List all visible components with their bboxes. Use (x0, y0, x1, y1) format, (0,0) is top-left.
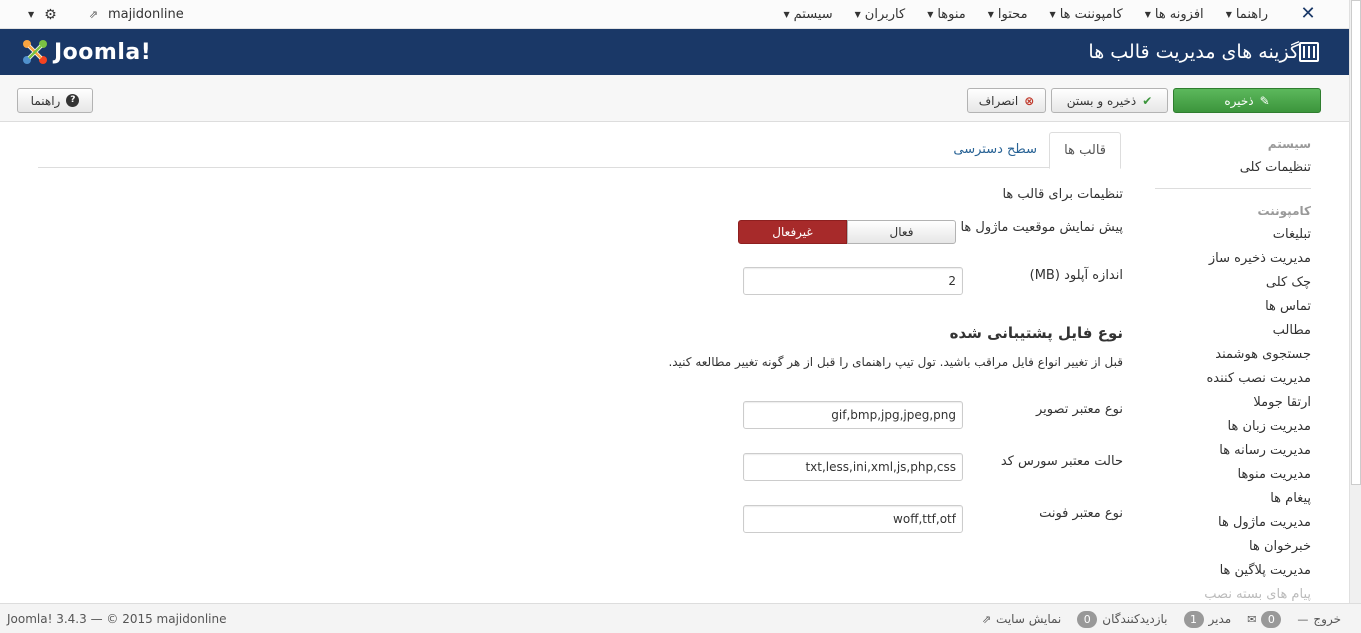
gear-icon[interactable]: ⚙ (44, 7, 57, 23)
status-bar: Joomla! 3.4.3 — © 2015 majidonline ⇗ نما… (0, 603, 1361, 633)
copyright-text: Joomla! 3.4.3 — © 2015 majidonline (7, 612, 227, 626)
filetypes-note: قبل از تغییر انواع فایل مراقب باشید. تول… (668, 355, 1123, 369)
visitors-status: 0 بازدیدکنندگان (1077, 610, 1168, 628)
joomla-logo[interactable]: Joomla! (20, 33, 151, 71)
visitors-badge: 0 (1077, 610, 1098, 628)
preview-toggle: فعال غیرفعال (738, 220, 956, 244)
section-label: تنظیمات برای قالب ها (1002, 187, 1123, 202)
sidebar-item[interactable]: تماس ها (1155, 295, 1311, 319)
toggle-off-button[interactable]: غیرفعال (738, 220, 847, 244)
status-right: ⇗ نمایش سایت 0 بازدیدکنندگان 1 مدیر ✉ 0 … (972, 604, 1341, 633)
sidebar-item-global-config[interactable]: تنظیمات کلی (1155, 156, 1311, 180)
caret-down-icon: ▼ (854, 10, 861, 19)
caret-down-icon: ▼ (783, 10, 790, 19)
sidebar-item[interactable]: مدیریت رسانه ها (1155, 439, 1311, 463)
messages-status[interactable]: ✉ 0 (1247, 610, 1282, 628)
tab-permissions[interactable]: سطح دسترسی (939, 132, 1051, 168)
caret-down-icon: ▼ (927, 10, 934, 19)
vertical-scrollbar[interactable] (1349, 0, 1361, 603)
sidebar-item[interactable]: مدیریت ماژول ها (1155, 511, 1311, 535)
sidebar: سیستم تنظیمات کلی کامپوننت تبلیغات مدیری… (1155, 122, 1311, 603)
sidebar-item[interactable]: مدیریت ذخیره ساز (1155, 247, 1311, 271)
question-icon: ? (66, 94, 80, 107)
page-title: گزینه های مدیریت قالب ها (1088, 41, 1299, 63)
caret-down-icon: ▼ (1049, 10, 1056, 19)
page-header: Joomla! گزینه های مدیریت قالب ها (0, 29, 1349, 75)
upload-size-input[interactable] (743, 267, 963, 295)
menu-menus[interactable]: منوها ▼ (927, 7, 966, 22)
sidebar-item[interactable]: مدیریت پلاگین ها (1155, 559, 1311, 583)
sidebar-item[interactable]: خبرخوان ها (1155, 535, 1311, 559)
logo-text: Joomla! (54, 39, 152, 65)
sidebar-item[interactable]: ارتقا جوملا (1155, 391, 1311, 415)
tab-templates[interactable]: قالب ها (1049, 132, 1121, 169)
view-site-link[interactable]: ⇗ نمایش سایت (982, 612, 1061, 626)
sidebar-heading-component: کامپوننت (1257, 204, 1311, 218)
check-icon: ✔ (1142, 93, 1153, 108)
admins-status: 1 مدیر (1183, 610, 1231, 628)
sidebar-divider (1155, 188, 1311, 189)
menu-system[interactable]: سیستم ▼ (783, 7, 832, 22)
site-name-link[interactable]: majidonline (108, 7, 184, 22)
sidebar-item[interactable]: مدیریت زبان ها (1155, 415, 1311, 439)
logout-link[interactable]: — خروج (1297, 612, 1341, 626)
joomla-brand-icon[interactable]: ✕ (1298, 4, 1318, 24)
save-close-button[interactable]: ✔ ذخیره و بستن (1051, 88, 1168, 113)
joomla-logo-icon (23, 40, 47, 64)
menu-help[interactable]: راهنما ▼ (1226, 7, 1268, 22)
admins-badge: 1 (1183, 610, 1204, 628)
envelope-icon: ✉ (1247, 612, 1257, 626)
menu-extensions[interactable]: افزونه ها ▼ (1145, 7, 1204, 22)
caret-down-icon: ▼ (987, 10, 994, 19)
messages-badge: 0 (1261, 610, 1282, 628)
external-link-icon: ⇗ (981, 612, 992, 626)
edit-icon: ✎ (1259, 93, 1270, 108)
help-button[interactable]: ? راهنما (17, 88, 93, 113)
sidebar-item[interactable]: تبلیغات (1155, 223, 1311, 247)
sidebar-item[interactable]: چک کلی (1155, 271, 1311, 295)
image-types-label: نوع معتبر تصویر (1035, 402, 1123, 417)
sidebar-item[interactable]: مطالب (1155, 319, 1311, 343)
tab-bar: قالب ها سطح دسترسی (38, 132, 1121, 169)
cancel-button[interactable]: ⊗ انصراف (967, 88, 1046, 113)
caret-down-icon[interactable]: ▼ (28, 10, 34, 19)
menu-content[interactable]: محتوا ▼ (988, 7, 1028, 22)
source-types-label: حالت معتبر سورس کد (1000, 454, 1123, 469)
cancel-icon: ⊗ (1024, 93, 1035, 108)
sidebar-item[interactable]: مدیریت نصب کننده (1155, 367, 1311, 391)
filetypes-heading: نوع فایل پشتیبانی شده (949, 324, 1123, 342)
top-menu: سیستم ▼ کاربران ▼ منوها ▼ محتوا ▼ کامپوننت ه… (761, 0, 1268, 29)
sidebar-item[interactable]: جستجوی هوشمند (1155, 343, 1311, 367)
menu-users[interactable]: کاربران ▼ (855, 7, 906, 22)
menu-components[interactable]: کامپوننت ها ▼ (1050, 7, 1123, 22)
image-types-input[interactable] (743, 401, 963, 429)
source-types-input[interactable] (743, 453, 963, 481)
toggle-on-button[interactable]: فعال (847, 220, 956, 244)
top-user-area: ▼ ⚙ ⇗ majidonline (28, 0, 184, 29)
minus-icon: — (1297, 612, 1309, 626)
sidebar-item[interactable]: مدیریت منوها (1155, 463, 1311, 487)
sidebar-heading-system: سیستم (1267, 137, 1311, 151)
save-button[interactable]: ✎ ذخیره (1173, 88, 1321, 113)
external-link-icon[interactable]: ⇗ (89, 8, 98, 21)
upload-label: اندازه آپلود (MB) (1029, 268, 1123, 283)
caret-down-icon: ▼ (1225, 10, 1232, 19)
font-types-input[interactable] (743, 505, 963, 533)
preview-label: پیش نمایش موقعیت ماژول ها (960, 220, 1123, 235)
font-types-label: نوع معتبر فونت (1039, 506, 1123, 521)
caret-down-icon: ▼ (1144, 10, 1151, 19)
top-navbar: ✕ سیستم ▼ کاربران ▼ منوها ▼ محتوا ▼ کامپوننت… (0, 0, 1349, 29)
sidebar-item[interactable]: پیام های بسته نصب (1155, 583, 1311, 603)
sidebar-item[interactable]: پیغام ها (1155, 487, 1311, 511)
equalizer-icon (1299, 42, 1319, 62)
toolbar: ✎ ذخیره ✔ ذخیره و بستن ⊗ انصراف ? راهنما (0, 75, 1349, 122)
scrollbar-thumb[interactable] (1351, 0, 1361, 485)
